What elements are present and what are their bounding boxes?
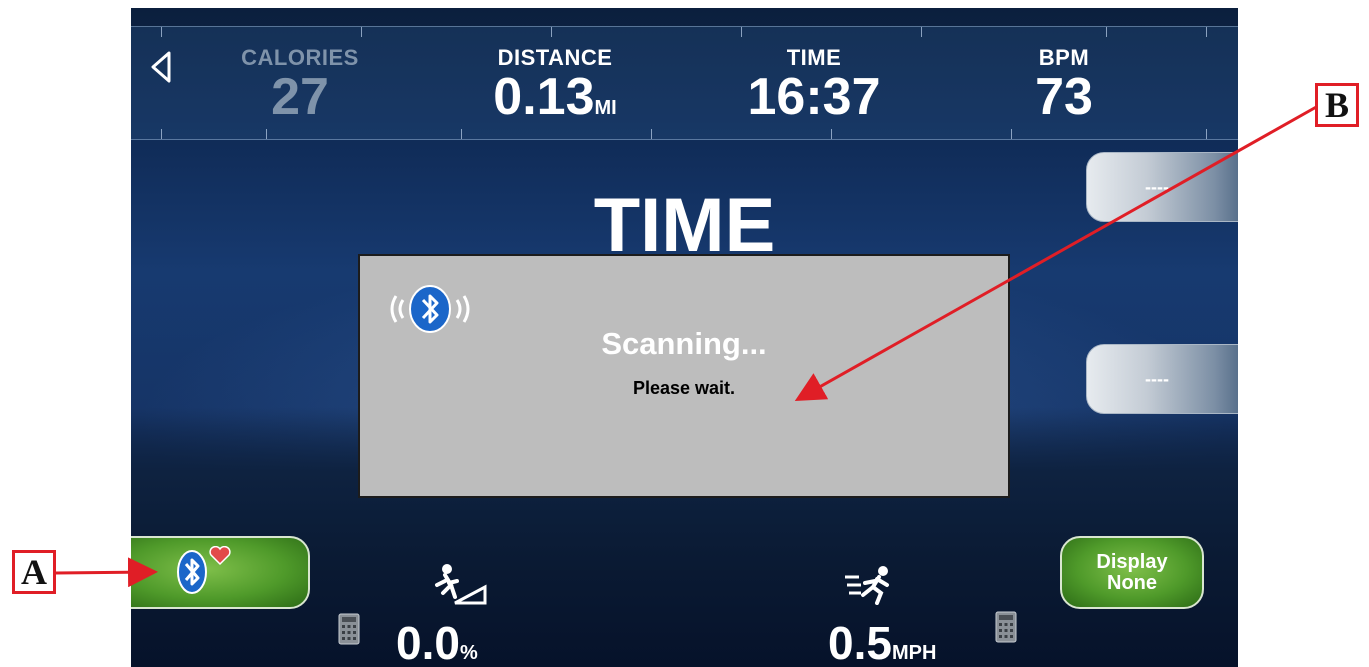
incline-walker-icon <box>435 564 487 605</box>
incline-value: 0.0% <box>396 620 478 667</box>
incline-number: 0.0 <box>396 617 460 667</box>
speed-unit: MPH <box>891 642 937 664</box>
bluetooth-heart-rate-button[interactable] <box>131 536 310 609</box>
runner-icon <box>845 566 889 605</box>
display-button-line2: None <box>1107 571 1157 594</box>
speed-number: 0.5 <box>828 617 892 667</box>
side-button-top-label: ---- <box>1145 176 1169 197</box>
time-value: 16:37 <box>747 68 881 126</box>
display-button[interactable]: Display None <box>1060 536 1204 609</box>
incline-unit: % <box>459 642 478 664</box>
callout-label-b: B <box>1315 83 1359 127</box>
distance-label: DISTANCE <box>497 45 613 70</box>
display-button-line1: Display <box>1096 550 1168 573</box>
dialog-title: Scanning... <box>601 326 767 361</box>
calories-label: CALORIES <box>241 45 359 70</box>
callout-label-a: A <box>12 550 56 594</box>
heart-icon <box>209 546 231 566</box>
incline-keypad-icon[interactable] <box>338 613 360 645</box>
speed-keypad-icon[interactable] <box>995 611 1017 643</box>
calories-stat: CALORIES 27 <box>241 45 359 126</box>
side-button-top[interactable]: ---- <box>1086 152 1238 222</box>
bpm-label: BPM <box>1038 45 1090 70</box>
distance-unit: MI <box>594 97 617 119</box>
time-label: TIME <box>786 45 842 70</box>
side-button-middle-label: ---- <box>1145 368 1169 389</box>
treadmill-console-screen: CALORIES 27 DISTANCE 0.13MI TIME 16:37 B… <box>131 8 1238 667</box>
speed-value: 0.5MPH <box>828 620 936 667</box>
scanning-dialog: Scanning... Please wait. <box>358 254 1010 498</box>
bpm-stat: BPM 73 <box>1035 45 1093 126</box>
side-button-middle[interactable]: ---- <box>1086 344 1238 414</box>
bpm-value: 73 <box>1035 68 1093 126</box>
back-arrow-icon[interactable] <box>149 50 173 84</box>
dialog-message: Please wait. <box>632 378 736 398</box>
distance-value: 0.13 <box>493 68 595 126</box>
bluetooth-icon <box>177 550 207 594</box>
workout-title: TIME <box>593 183 776 268</box>
time-stat: TIME 16:37 <box>747 45 881 126</box>
calories-value: 27 <box>271 68 329 126</box>
distance-stat: DISTANCE 0.13MI <box>493 46 616 135</box>
